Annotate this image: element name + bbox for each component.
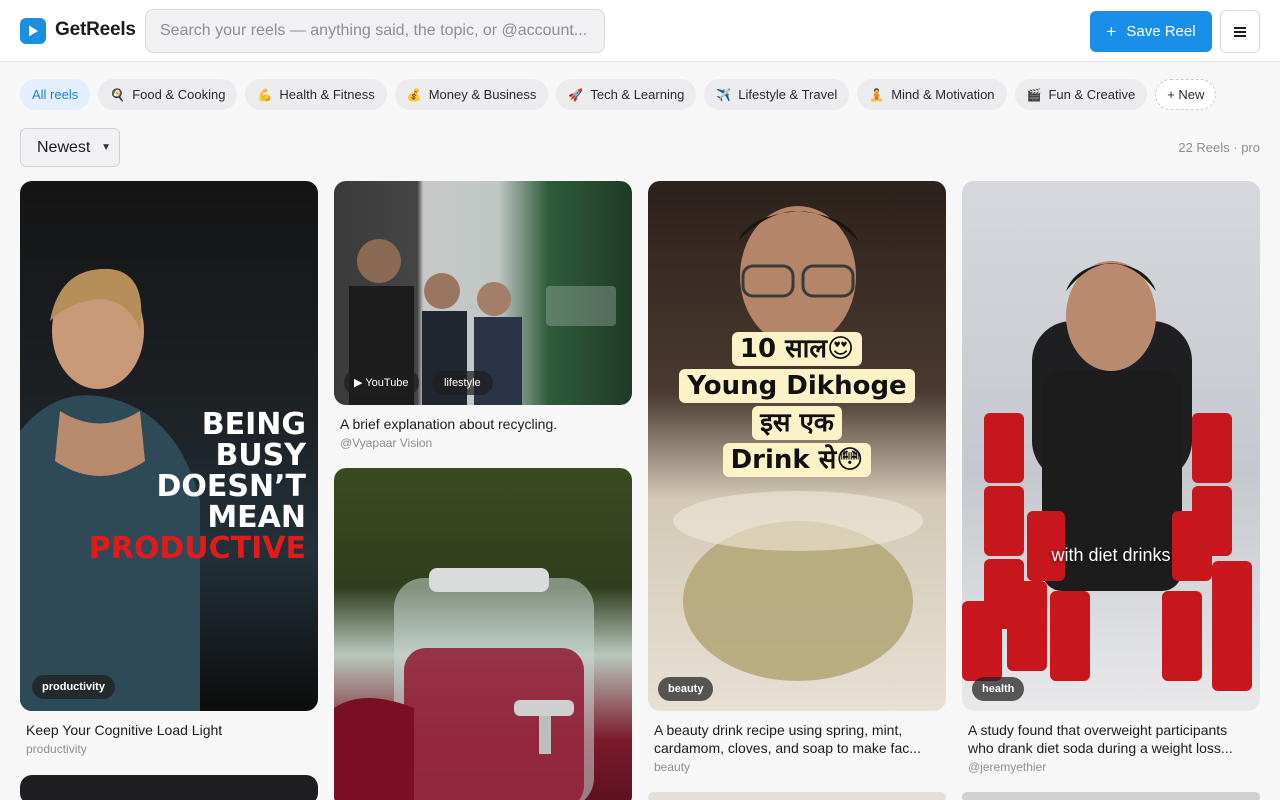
app-header: GetReels + Save Reel — [0, 0, 1280, 62]
reel-thumbnail[interactable] — [20, 775, 318, 800]
category-chips: All reels 🍳 Food & Cooking 💪 Health & Fi… — [20, 79, 1217, 110]
reel-subtitle: @Vyapaar Vision — [340, 436, 433, 450]
reel-card[interactable]: ▶ YouTube lifestyle A brief explanation … — [334, 181, 632, 450]
reel-subtitle: @jeremyethier — [968, 760, 1047, 774]
menu-button[interactable] — [1220, 10, 1260, 53]
chip-health-fitness[interactable]: 💪 Health & Fitness — [245, 79, 387, 110]
meditation-icon: 🧘 — [869, 87, 885, 102]
reel-card[interactable] — [20, 775, 318, 800]
pan-icon: 🍳 — [110, 87, 126, 102]
reel-thumbnail[interactable]: ▶ YouTube lifestyle — [334, 181, 632, 405]
chip-label: Tech & Learning — [590, 87, 685, 102]
sort-select[interactable]: Newest ▼ — [20, 128, 120, 167]
sort-selected-value: Newest — [37, 138, 91, 156]
chip-lifestyle-travel[interactable]: ✈️ Lifestyle & Travel — [704, 79, 850, 110]
chip-all-reels[interactable]: All reels — [20, 79, 91, 110]
money-bag-icon: 💰 — [406, 87, 422, 102]
reel-thumbnail[interactable]: BEING BUSY DOESN’T MEAN PRODUCTIVE produ… — [20, 181, 318, 711]
save-reel-button[interactable]: + Save Reel — [1090, 11, 1212, 52]
overlay-line: 10 साल😍 — [731, 332, 863, 366]
clapperboard-icon: 🎬 — [1026, 87, 1042, 102]
reel-tag[interactable]: lifestyle — [432, 371, 493, 395]
plus-icon: + — [1106, 21, 1117, 41]
overlay-highlight: PRODUCTIVE — [88, 531, 306, 566]
search-input[interactable] — [145, 9, 605, 53]
airplane-icon: ✈️ — [716, 87, 732, 102]
man-with-soda-cans-image — [962, 261, 1252, 691]
chip-label: All reels — [32, 87, 79, 102]
reel-card[interactable]: BEING BUSY DOESN’T MEAN PRODUCTIVE produ… — [20, 181, 318, 756]
reel-title[interactable]: A beauty drink recipe using spring, mint… — [654, 721, 940, 757]
overlay-line: इस एक — [752, 406, 842, 440]
chip-label: Money & Business — [428, 87, 537, 102]
rocket-icon: 🚀 — [568, 87, 584, 102]
chip-food-cooking[interactable]: 🍳 Food & Cooking — [98, 79, 238, 110]
chip-label: Mind & Motivation — [891, 87, 995, 102]
chip-label: Food & Cooking — [132, 87, 226, 102]
reel-thumbnail[interactable]: 10 साल😍 Young Dikhoge इस एक Drink से😳 be… — [648, 181, 946, 711]
reel-thumbnail[interactable] — [962, 792, 1260, 800]
chevron-down-icon: ▼ — [101, 142, 111, 153]
brand-name[interactable]: GetReels — [55, 19, 136, 41]
reel-subtitle: productivity — [26, 742, 87, 756]
youtube-source-badge: ▶ YouTube — [344, 370, 419, 395]
chip-label: Fun & Creative — [1048, 87, 1136, 102]
reel-overlay-text: 10 साल😍 Young Dikhoge इस एक Drink से😳 — [676, 331, 918, 479]
muscle-icon: 💪 — [257, 87, 273, 102]
reel-title[interactable]: A brief explanation about recycling. — [340, 415, 626, 433]
overlay-line: MEAN — [207, 500, 306, 535]
chip-mind-motivation[interactable]: 🧘 Mind & Motivation — [857, 79, 1007, 110]
chip-label: Lifestyle & Travel — [738, 87, 838, 102]
reel-card[interactable]: with diet drinks health A study found th… — [962, 181, 1260, 774]
reel-tag[interactable]: health — [972, 677, 1025, 701]
reel-tag[interactable]: productivity — [32, 675, 115, 699]
overlay-line: BEING — [201, 407, 306, 442]
overlay-line: DOESN’T — [156, 469, 306, 504]
chip-fun-creative[interactable]: 🎬 Fun & Creative — [1014, 79, 1148, 110]
new-category-button[interactable]: + New — [1155, 79, 1217, 110]
chip-money-business[interactable]: 💰 Money & Business — [394, 79, 549, 110]
overlay-line: Drink से😳 — [722, 443, 872, 477]
reel-thumbnail[interactable] — [648, 792, 946, 800]
reel-title[interactable]: A study found that overweight participan… — [968, 721, 1254, 757]
reel-overlay-text: BEING BUSY DOESN’T MEAN PRODUCTIVE — [89, 409, 306, 564]
reel-card[interactable] — [334, 468, 632, 800]
chip-tech-learning[interactable]: 🚀 Tech & Learning — [556, 79, 697, 110]
reel-count: 22 Reels · pro — [1178, 140, 1260, 155]
overlay-line: Young Dikhoge — [679, 369, 915, 403]
save-reel-label: Save Reel — [1126, 23, 1196, 40]
reel-subtitle: beauty — [654, 760, 691, 774]
reel-tag[interactable]: beauty — [658, 677, 714, 701]
reel-overlay-text: with diet drinks — [1051, 545, 1171, 565]
chip-label: + New — [1167, 87, 1205, 102]
overlay-line: BUSY — [215, 438, 306, 473]
reel-title[interactable]: Keep Your Cognitive Load Light — [26, 721, 312, 739]
reel-thumbnail[interactable]: with diet drinks health — [962, 181, 1260, 711]
chip-label: Health & Fitness — [279, 87, 375, 102]
drink-dispenser-image — [334, 568, 594, 800]
logo-play-icon[interactable] — [20, 18, 46, 44]
reel-card[interactable] — [648, 792, 946, 800]
reel-card[interactable]: 10 साल😍 Young Dikhoge इस एक Drink से😳 be… — [648, 181, 946, 774]
reel-card[interactable] — [962, 792, 1260, 800]
reel-thumbnail[interactable] — [334, 468, 632, 800]
hamburger-icon — [1234, 26, 1246, 37]
